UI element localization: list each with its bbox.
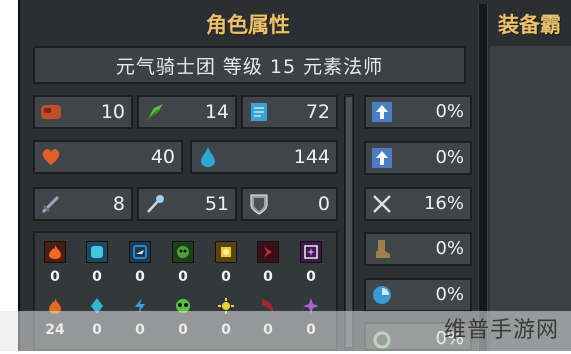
- crossed-swords-icon: [371, 194, 393, 214]
- sword-icon: [40, 194, 62, 214]
- stat-value: 8: [112, 193, 125, 215]
- shield-icon: [248, 194, 270, 215]
- stat-value: 51: [204, 193, 229, 215]
- wand-icon: [144, 194, 166, 214]
- boot-icon: [371, 239, 393, 259]
- stat-magic-attack[interactable]: 51: [137, 187, 237, 221]
- stat-value: 144: [293, 146, 330, 168]
- stat-value: 0: [317, 193, 330, 215]
- resist-value: 0: [178, 269, 188, 285]
- stat-value: 10: [100, 101, 125, 123]
- stat-agility[interactable]: 14: [137, 95, 237, 129]
- percent-stat-2[interactable]: 0%: [364, 141, 472, 175]
- dark-icon[interactable]: [257, 241, 279, 263]
- fist-icon: [40, 102, 62, 122]
- percent-stat-1[interactable]: 0%: [364, 95, 472, 129]
- arrow-up-icon: [371, 148, 393, 168]
- feather-icon: [144, 102, 166, 122]
- resist-value: 0: [221, 269, 231, 285]
- percent-value: 0%: [435, 101, 464, 122]
- fire-icon[interactable]: [44, 241, 66, 263]
- resist-value: 0: [135, 269, 145, 285]
- resist-value: 0: [306, 269, 316, 285]
- arcane-icon[interactable]: [300, 241, 322, 263]
- percent-stat-5[interactable]: 0%: [364, 278, 472, 312]
- lightning-icon[interactable]: [129, 241, 151, 263]
- character-info-bar: 元气骑士团 等级 15 元素法师: [33, 46, 466, 84]
- equipment-panel-title: 装备霸: [498, 13, 561, 37]
- scrollbar-thumb[interactable]: [346, 97, 352, 347]
- equipment-panel: [490, 46, 571, 351]
- ice-icon[interactable]: [86, 241, 108, 263]
- resist-value: 0: [92, 269, 102, 285]
- percent-stat-4[interactable]: 0%: [364, 232, 472, 266]
- stat-strength[interactable]: 10: [33, 95, 133, 129]
- percent-value: 0%: [435, 238, 464, 259]
- panel-divider: [478, 4, 488, 351]
- attributes-panel-title: 角色属性: [206, 13, 290, 37]
- stat-value: 14: [204, 101, 229, 123]
- stat-hp[interactable]: 40: [33, 140, 183, 174]
- resist-value: 0: [263, 269, 273, 285]
- stat-value: 40: [150, 146, 175, 168]
- percent-stat-3[interactable]: 16%: [364, 187, 472, 221]
- site-watermark: 维普手游网: [443, 318, 559, 343]
- heart-icon: [40, 147, 62, 167]
- light-icon[interactable]: [215, 241, 237, 263]
- percent-value: 0%: [435, 147, 464, 168]
- water-drop-icon: [197, 147, 219, 167]
- percent-value: 16%: [423, 193, 464, 214]
- percent-value: 0%: [435, 284, 464, 305]
- stat-attack[interactable]: 8: [33, 187, 133, 221]
- clock-icon: [371, 285, 393, 305]
- stat-value: 72: [305, 101, 330, 123]
- stat-defense[interactable]: 0: [241, 187, 338, 221]
- stat-mp[interactable]: 144: [190, 140, 338, 174]
- resist-value: 0: [50, 269, 60, 285]
- stat-intelligence[interactable]: 72: [241, 95, 338, 129]
- book-icon: [248, 102, 270, 122]
- arrow-up-icon: [371, 102, 393, 122]
- poison-icon[interactable]: [172, 241, 194, 263]
